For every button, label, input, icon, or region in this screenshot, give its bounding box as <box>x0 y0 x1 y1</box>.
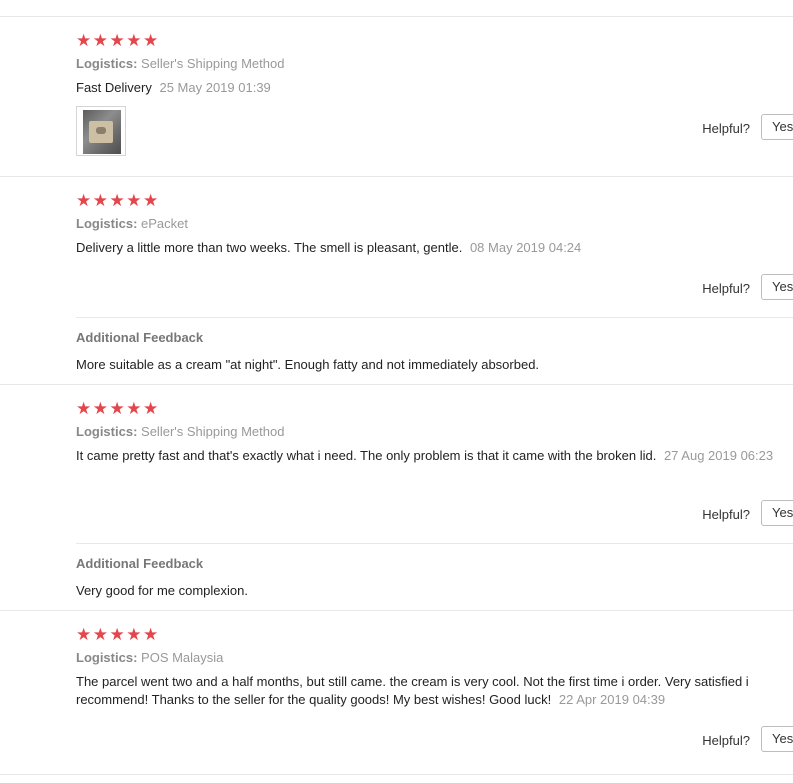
star-rating: ★★★★★ <box>76 32 160 50</box>
star-icon: ★ <box>143 399 160 418</box>
star-icon: ★ <box>92 399 110 418</box>
star-icon: ★ <box>76 31 93 50</box>
divider <box>76 317 793 318</box>
review-text-block: The parcel went two and a half months, b… <box>76 673 783 709</box>
logistics-method: Seller's Shipping Method <box>141 56 285 71</box>
additional-feedback-title: Additional Feedback <box>76 556 204 571</box>
review-date: 27 Aug 2019 06:23 <box>663 448 774 463</box>
helpful-yes-button[interactable]: Yes <box>761 274 793 300</box>
divider <box>76 543 793 544</box>
helpful-yes-button[interactable]: Yes <box>761 500 793 526</box>
logistics-info: Logistics: POS Malaysia <box>76 650 223 666</box>
star-icon: ★ <box>76 191 93 210</box>
logistics-label: Logistics: <box>76 650 138 665</box>
divider <box>0 384 793 385</box>
star-icon: ★ <box>92 625 110 644</box>
additional-feedback-text: Very good for me complexion. <box>76 583 248 598</box>
star-icon: ★ <box>126 31 143 50</box>
logistics-method: POS Malaysia <box>141 650 224 665</box>
star-icon: ★ <box>109 399 127 418</box>
star-icon: ★ <box>126 625 143 644</box>
review-text: Delivery a little more than two weeks. T… <box>76 240 463 255</box>
star-icon: ★ <box>143 191 160 210</box>
review-text-block: Fast Delivery 25 May 2019 01:39 <box>76 79 783 97</box>
helpful-yes-button[interactable]: Yes <box>761 114 793 140</box>
helpful-label: Helpful? <box>702 733 750 748</box>
star-icon: ★ <box>76 625 93 644</box>
divider <box>0 176 793 177</box>
logistics-info: Logistics: Seller's Shipping Method <box>76 424 284 440</box>
logistics-label: Logistics: <box>76 216 138 231</box>
helpful-yes-button[interactable]: Yes <box>761 726 793 752</box>
logistics-label: Logistics: <box>76 424 138 439</box>
divider <box>0 774 793 775</box>
star-icon: ★ <box>92 31 110 50</box>
star-icon: ★ <box>143 625 160 644</box>
star-rating: ★★★★★ <box>76 192 160 210</box>
review-text-block: Delivery a little more than two weeks. T… <box>76 239 783 257</box>
star-rating: ★★★★★ <box>76 626 160 644</box>
additional-feedback-text: More suitable as a cream "at night". Eno… <box>76 357 540 372</box>
review-date: 25 May 2019 01:39 <box>159 80 271 95</box>
star-icon: ★ <box>76 399 93 418</box>
star-icon: ★ <box>109 625 127 644</box>
review-date: 08 May 2019 04:24 <box>469 240 582 255</box>
helpful-label: Helpful? <box>702 507 750 522</box>
star-rating: ★★★★★ <box>76 400 160 418</box>
star-icon: ★ <box>92 191 110 210</box>
star-icon: ★ <box>126 191 143 210</box>
review-text: It came pretty fast and that's exactly w… <box>76 448 657 463</box>
helpful-label: Helpful? <box>702 121 750 136</box>
divider <box>0 610 793 611</box>
review-text-block: It came pretty fast and that's exactly w… <box>76 447 783 465</box>
additional-feedback-title: Additional Feedback <box>76 330 204 345</box>
logistics-info: Logistics: Seller's Shipping Method <box>76 56 284 72</box>
star-icon: ★ <box>109 191 127 210</box>
logistics-method: ePacket <box>141 216 189 231</box>
review-date: 22 Apr 2019 04:39 <box>558 692 666 707</box>
star-icon: ★ <box>109 31 127 50</box>
logistics-method: Seller's Shipping Method <box>141 424 285 439</box>
helpful-label: Helpful? <box>702 281 750 296</box>
jar-label-image <box>96 127 106 134</box>
logistics-label: Logistics: <box>76 56 138 71</box>
review-text: Fast Delivery <box>76 80 152 95</box>
logistics-info: Logistics: ePacket <box>76 216 188 232</box>
divider <box>0 16 793 17</box>
star-icon: ★ <box>143 31 160 50</box>
review-photo-thumbnail[interactable] <box>76 106 126 156</box>
star-icon: ★ <box>126 399 143 418</box>
